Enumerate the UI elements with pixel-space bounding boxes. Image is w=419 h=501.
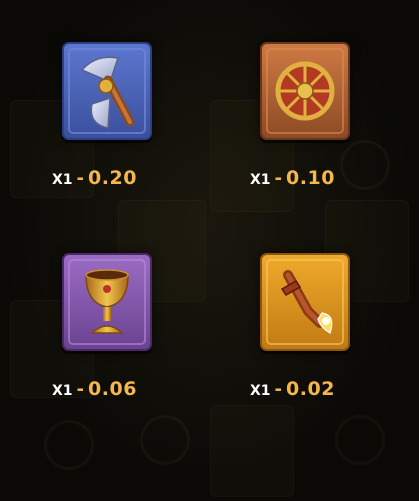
payout-row: X1 - 0.20: [52, 167, 137, 189]
paytable-entry-chalice: X1 - 0.06: [52, 253, 212, 433]
payout-value: 0.06: [88, 378, 137, 400]
payout-value: 0.20: [88, 167, 137, 189]
paytable-entry-shield: X1 - 0.10: [250, 42, 410, 222]
multiplier-label: X1: [52, 172, 73, 188]
multiplier-label: X1: [250, 172, 271, 188]
payout-value: 0.02: [286, 378, 335, 400]
separator: -: [76, 379, 85, 400]
separator: -: [76, 168, 85, 189]
symbol-tile: [260, 253, 350, 351]
symbol-tile: [62, 253, 152, 351]
paytable-entry-axe: X1 - 0.20: [52, 42, 212, 222]
multiplier-label: X1: [52, 383, 73, 399]
chalice-icon: [62, 253, 152, 351]
payout-value: 0.10: [286, 167, 335, 189]
payout-row: X1 - 0.02: [250, 378, 335, 400]
symbol-tile: [260, 42, 350, 140]
separator: -: [274, 379, 283, 400]
axe-icon: [62, 42, 152, 140]
symbol-tile: [62, 42, 152, 140]
payout-row: X1 - 0.06: [52, 378, 137, 400]
paytable-entry-torch-horn: X1 - 0.02: [250, 253, 410, 433]
shield-icon: [260, 42, 350, 140]
multiplier-label: X1: [250, 383, 271, 399]
torch-horn-icon: [260, 253, 350, 351]
separator: -: [274, 168, 283, 189]
payout-row: X1 - 0.10: [250, 167, 335, 189]
